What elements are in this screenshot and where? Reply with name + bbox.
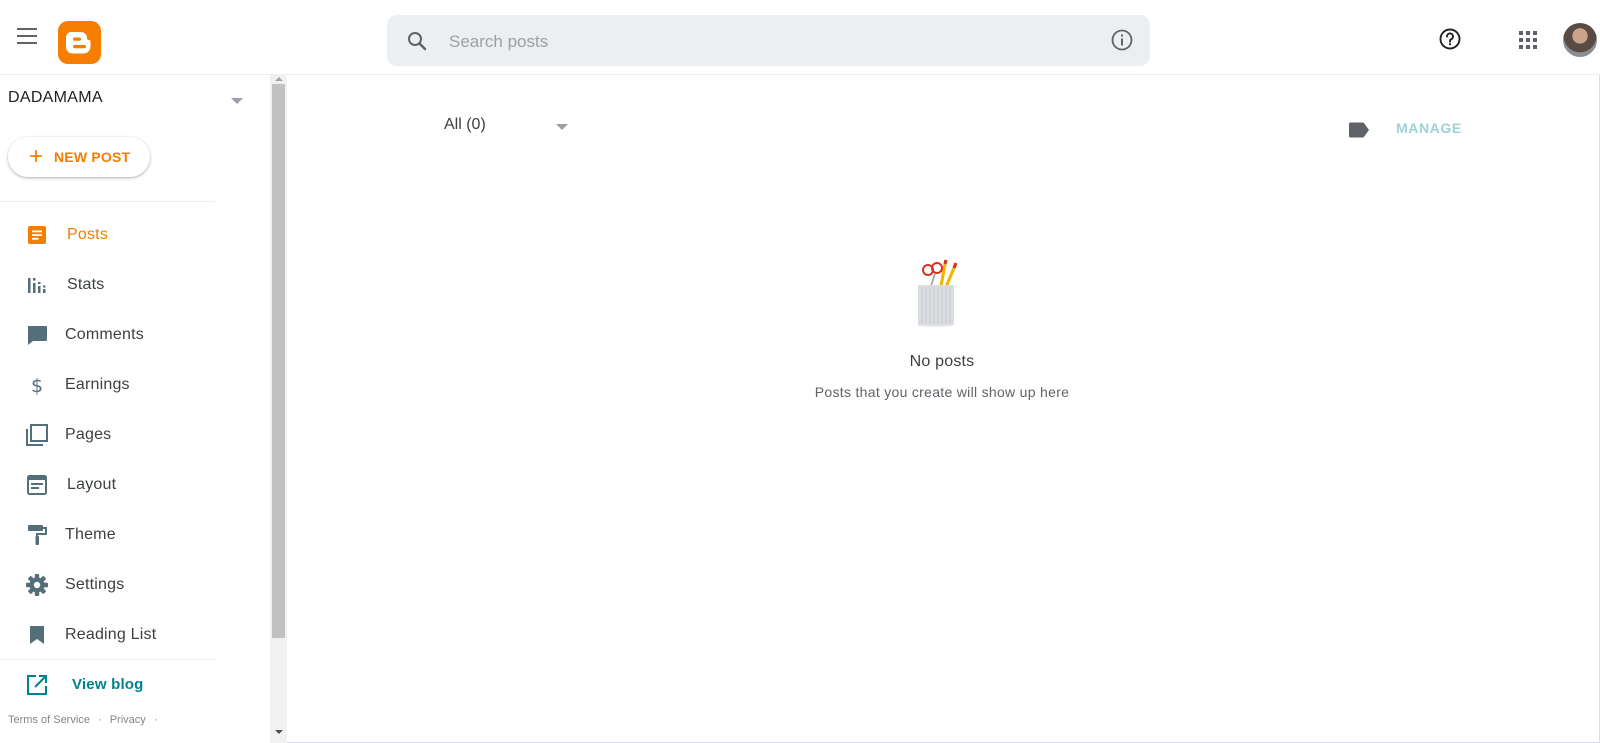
sidebar-item-stats[interactable]: Stats [0,265,262,305]
manage-labels-button[interactable]: MANAGE [1396,120,1462,136]
info-icon[interactable] [1110,28,1134,57]
search-icon[interactable] [405,29,429,58]
sidebar-scrollbar[interactable] [270,75,287,743]
sidebar-item-label: Stats [67,276,105,293]
sidebar-item-earnings[interactable]: $ Earnings [0,365,262,405]
paint-roller-icon [25,523,49,547]
empty-state-title: No posts [909,353,975,370]
scroll-down-arrow[interactable] [275,730,283,734]
new-post-button[interactable]: + NEW POST [8,137,150,177]
main-content: All (0) MANAGE No posts Posts that you c… [288,75,1600,743]
search-input[interactable] [447,15,1071,68]
label-icon[interactable] [1347,118,1371,147]
sidebar-item-posts[interactable]: Posts [0,215,262,255]
sidebar-divider [0,201,215,202]
layout-icon [25,473,49,497]
privacy-link[interactable]: Privacy [110,714,146,726]
top-bar [0,0,1600,75]
comments-icon [25,323,49,347]
svg-text:$: $ [31,375,43,397]
sidebar-item-label: Settings [65,576,125,593]
pencil-cup-illustration [904,258,964,335]
plus-icon: + [29,143,44,170]
sidebar-item-label: Comments [65,326,144,343]
help-icon[interactable] [1438,27,1462,56]
sidebar-item-layout[interactable]: Layout [0,465,262,505]
sidebar-item-theme[interactable]: Theme [0,515,262,555]
new-post-label: NEW POST [54,149,131,165]
terms-link[interactable]: Terms of Service [8,714,90,726]
sidebar-item-label: Posts [67,226,109,243]
footer-separator: · [153,714,158,726]
search-bar [387,15,1150,68]
footer-links: Terms of Service · Privacy · [8,714,163,726]
footer-separator: · [97,714,102,726]
blogger-logo[interactable] [58,21,101,64]
sidebar-item-label: Theme [65,526,116,543]
sidebar-item-label: Earnings [65,376,130,393]
sidebar-item-comments[interactable]: Comments [0,315,262,355]
gear-icon [25,573,49,597]
empty-state-subtitle: Posts that you create will show up here [814,384,1070,400]
bookmark-icon [25,623,49,647]
view-blog-label: View blog [72,676,144,693]
scrollbar-thumb[interactable] [272,84,285,638]
post-filter-dropdown[interactable]: All (0) [444,116,574,140]
sidebar-item-pages[interactable]: Pages [0,415,262,455]
chevron-down-icon [556,124,568,130]
sidebar-item-label: Pages [65,426,112,443]
open-in-new-icon [25,673,49,697]
sidebar-item-settings[interactable]: Settings [0,565,262,605]
apps-icon[interactable] [1518,30,1538,55]
sidebar-divider [0,659,215,660]
sidebar: DADAMAMA + NEW POST Posts Stats Comments… [0,75,270,743]
stats-icon [25,273,49,297]
dollar-icon: $ [25,373,49,397]
chevron-down-icon [231,98,243,104]
blog-selector[interactable]: DADAMAMA [8,89,243,113]
pages-icon [25,423,49,447]
avatar[interactable] [1563,23,1597,57]
sidebar-item-label: Reading List [65,626,157,643]
scroll-up-arrow[interactable] [275,77,283,81]
blog-name: DADAMAMA [8,89,103,106]
view-blog-link[interactable]: View blog [0,665,262,705]
menu-icon[interactable] [17,28,39,46]
posts-icon [25,223,49,247]
filter-label: All (0) [444,116,486,133]
sidebar-item-reading-list[interactable]: Reading List [0,615,262,655]
sidebar-item-label: Layout [67,476,117,493]
